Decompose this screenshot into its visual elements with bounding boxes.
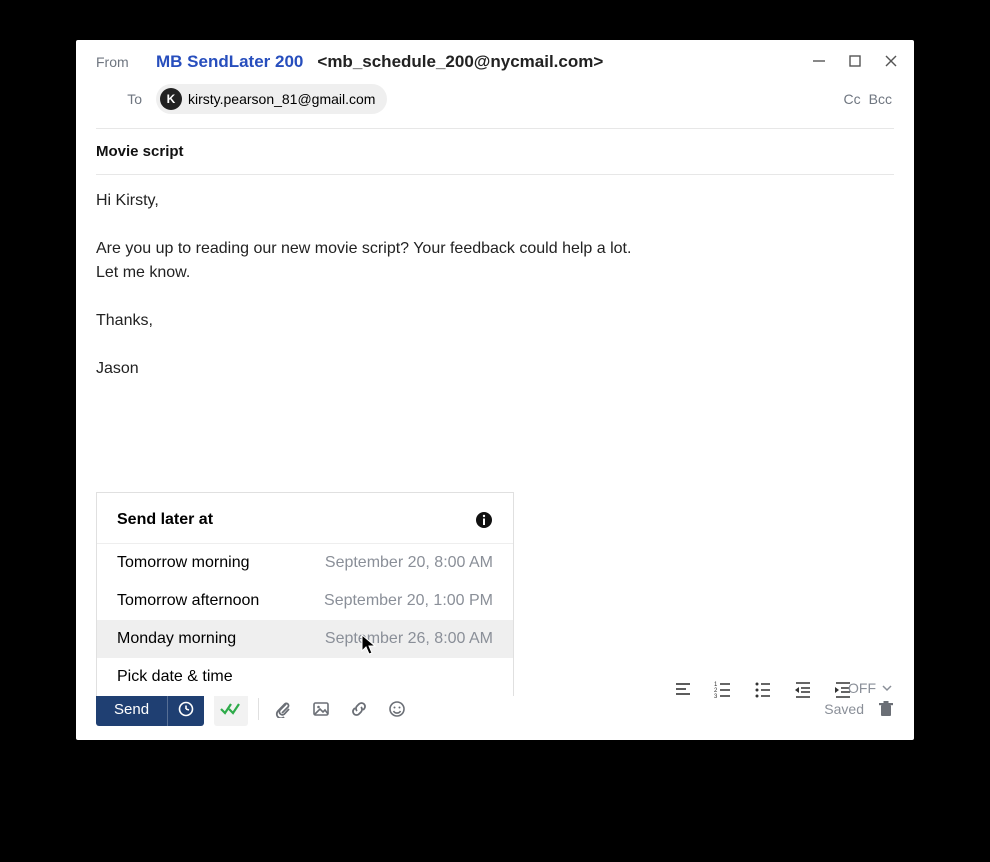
send-later-option[interactable]: Tomorrow afternoon September 20, 1:00 PM — [97, 582, 513, 620]
send-later-title: Send later at — [117, 511, 213, 529]
info-icon[interactable] — [475, 511, 493, 529]
send-button-group: Send — [96, 692, 204, 726]
from-account-name[interactable]: MB SendLater 200 — [156, 52, 303, 72]
from-row: From MB SendLater 200 <mb_schedule_200@n… — [76, 40, 914, 78]
from-label: From — [96, 54, 156, 70]
send-later-option-time: September 26, 8:00 AM — [325, 630, 493, 648]
to-label: To — [96, 91, 156, 107]
avatar: K — [160, 88, 182, 110]
link-icon[interactable] — [345, 695, 373, 723]
attachment-icon[interactable] — [269, 695, 297, 723]
bcc-button[interactable]: Bcc — [869, 91, 892, 107]
send-later-option-label: Monday morning — [117, 630, 236, 648]
send-button[interactable]: Send — [96, 692, 167, 726]
double-check-icon — [220, 701, 242, 717]
emoji-icon[interactable] — [383, 695, 411, 723]
subject-field[interactable]: Movie script — [76, 129, 914, 174]
clock-icon — [178, 701, 194, 717]
close-icon[interactable] — [884, 54, 900, 68]
send-later-option-time: September 20, 8:00 AM — [325, 554, 493, 572]
image-icon[interactable] — [307, 695, 335, 723]
saved-label: Saved — [824, 701, 864, 717]
send-later-option[interactable]: Monday morning September 26, 8:00 AM — [97, 620, 513, 658]
from-account-email: <mb_schedule_200@nycmail.com> — [317, 52, 603, 72]
tracking-button[interactable] — [214, 692, 248, 726]
recipient-chip[interactable]: K kirsty.pearson_81@gmail.com — [156, 84, 387, 114]
send-later-option-label: Tomorrow morning — [117, 554, 249, 572]
compose-window: From MB SendLater 200 <mb_schedule_200@n… — [76, 40, 914, 740]
to-row[interactable]: To K kirsty.pearson_81@gmail.com Cc Bcc — [76, 78, 914, 128]
window-controls — [812, 54, 900, 68]
pick-date-time-option[interactable]: Pick date & time — [97, 658, 513, 696]
divider — [258, 698, 259, 720]
recipient-email: kirsty.pearson_81@gmail.com — [188, 91, 375, 107]
schedule-send-button[interactable] — [167, 692, 204, 726]
delete-icon[interactable] — [878, 700, 894, 718]
maximize-icon[interactable] — [848, 54, 864, 68]
send-later-option-time: September 20, 1:00 PM — [324, 592, 493, 610]
cc-button[interactable]: Cc — [844, 91, 861, 107]
send-later-popover: Send later at Tomorrow morning September … — [96, 492, 514, 696]
send-later-option[interactable]: Tomorrow morning September 20, 8:00 AM — [97, 544, 513, 582]
minimize-icon[interactable] — [812, 54, 828, 68]
send-later-option-label: Tomorrow afternoon — [117, 592, 259, 610]
